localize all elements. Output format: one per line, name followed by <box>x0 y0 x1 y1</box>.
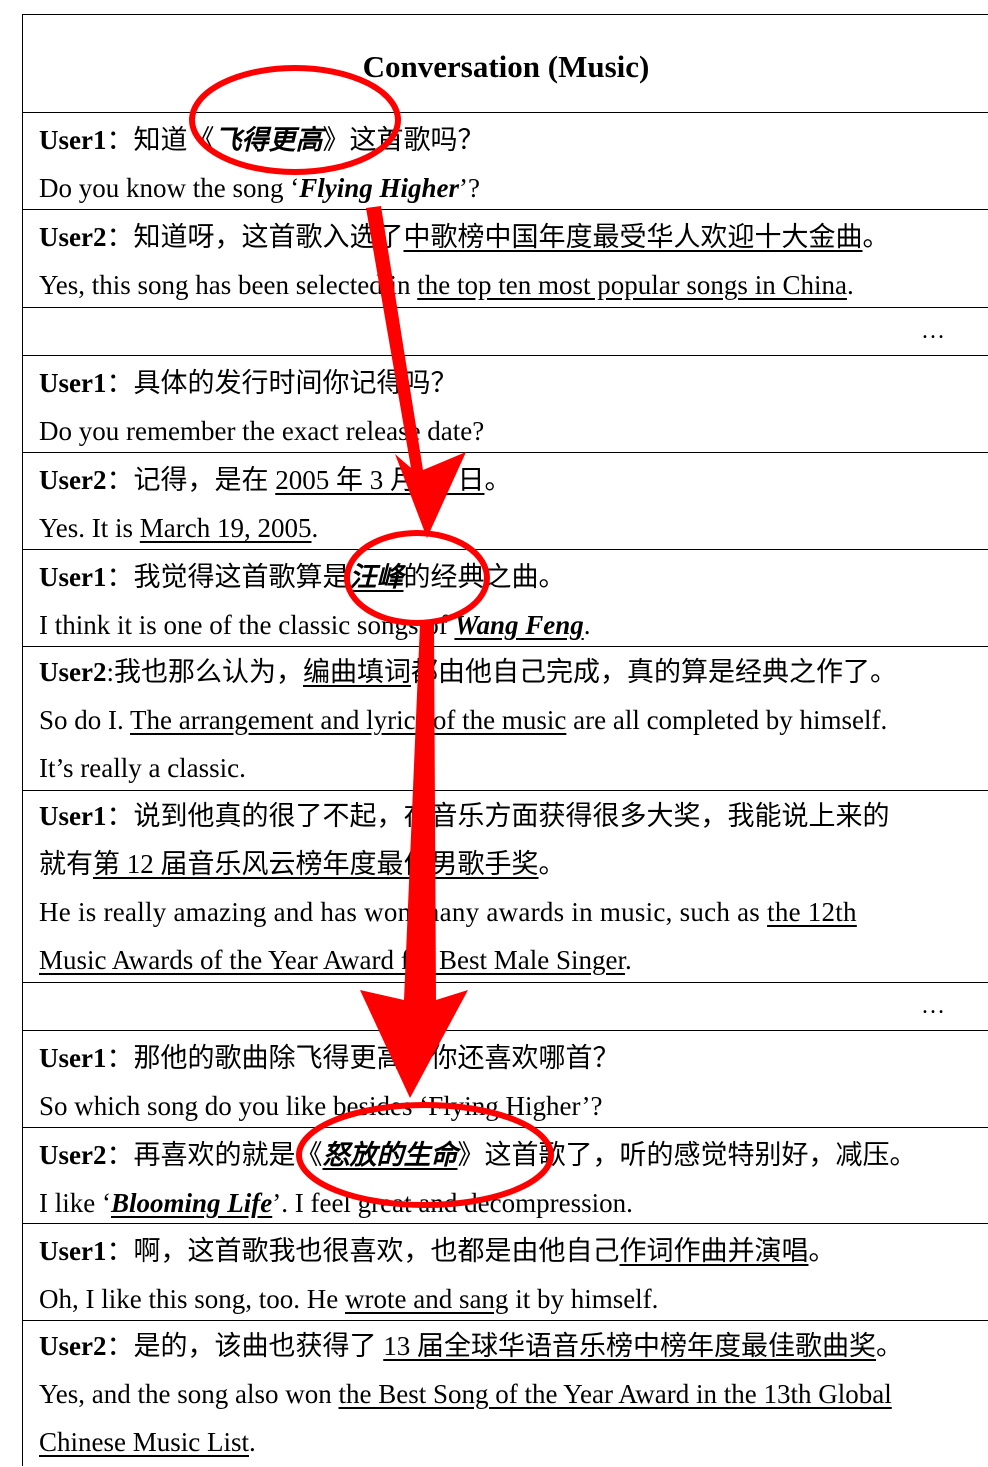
en-line: Oh, I like this song, too. He wrote and … <box>39 1284 659 1314</box>
zh-line: User1：啊，这首歌我也很喜欢，也都是由他自己作词作曲并演唱。 <box>39 1236 836 1266</box>
ellipsis-row: … <box>23 983 988 1031</box>
turn-row: User2：知道呀，这首歌入选了中歌榜中国年度最受华人欢迎十大金曲。 Yes, … <box>23 210 988 308</box>
zh-line: User1：具体的发行时间你记得吗？ <box>39 368 458 398</box>
zh-line: User2：再喜欢的就是《怒放的生命》这首歌了，听的感觉特别好，减压。 <box>39 1140 917 1170</box>
en-line: Yes, this song has been selected in the … <box>39 270 854 300</box>
zh-line: User1：知道《飞得更高》这首歌吗？ <box>39 125 485 155</box>
turn-row: User1：啊，这首歌我也很喜欢，也都是由他自己作词作曲并演唱。 Oh, I l… <box>23 1224 988 1321</box>
ellipsis: … <box>921 993 945 1019</box>
zh-line: User2：知道呀，这首歌入选了中歌榜中国年度最受华人欢迎十大金曲。 <box>39 222 890 252</box>
zh-line: User1：那他的歌曲除飞得更高，你还喜欢哪首？ <box>39 1043 620 1073</box>
zh-line: User2:我也那么认为，编曲填词都由他自己完成，真的算是经典之作了。 <box>39 657 897 687</box>
en-line: Chinese Music List. <box>39 1427 256 1457</box>
en-line: Yes. It is March 19, 2005. <box>39 513 319 543</box>
turn-row: User2：再喜欢的就是《怒放的生命》这首歌了，听的感觉特别好，减压。 I li… <box>23 1128 988 1224</box>
en-line: I think it is one of the classic songs o… <box>39 610 591 640</box>
turn-row: User2:我也那么认为，编曲填词都由他自己完成，真的算是经典之作了。 So d… <box>23 647 988 791</box>
ellipsis: … <box>921 318 945 344</box>
title-row: Conversation (Music) <box>23 15 988 113</box>
en-line: It’s really a classic. <box>39 753 246 783</box>
en-line: So do I. The arrangement and lyrics of t… <box>39 705 888 735</box>
en-line: I like ‘Blooming Life’. I feel great and… <box>39 1188 633 1218</box>
zh-line: 就有第 12 届音乐风云榜年度最佳男歌手奖。 <box>39 849 566 879</box>
zh-line: User2：记得，是在 2005 年 3 月 19 日。 <box>39 465 512 495</box>
turn-row: User1：说到他真的很了不起，在音乐方面获得很多大奖，我能说上来的 就有第 1… <box>23 791 988 983</box>
en-line: Do you remember the exact release date? <box>39 416 485 446</box>
zh-line: User1：说到他真的很了不起，在音乐方面获得很多大奖，我能说上来的 <box>39 801 890 831</box>
turn-row: User2：是的，该曲也获得了 13 届全球华语音乐榜中榜年度最佳歌曲奖。 Ye… <box>23 1321 988 1467</box>
en-line: He is really amazing and has won many aw… <box>39 897 857 927</box>
ellipsis-row: … <box>23 308 988 356</box>
turn-row: User2：记得，是在 2005 年 3 月 19 日。 Yes. It is … <box>23 453 988 550</box>
en-line: Music Awards of the Year Award for Best … <box>39 945 632 975</box>
page-title: Conversation (Music) <box>362 49 650 84</box>
turn-row: User1：那他的歌曲除飞得更高，你还喜欢哪首？ So which song d… <box>23 1031 988 1128</box>
zh-line: User2：是的，该曲也获得了 13 届全球华语音乐榜中榜年度最佳歌曲奖。 <box>39 1331 903 1361</box>
en-line: Do you know the song ‘Flying Higher’? <box>39 173 480 203</box>
turn-row: User1：知道《飞得更高》这首歌吗？ Do you know the song… <box>23 113 988 210</box>
conversation-table: Conversation (Music) User1：知道《飞得更高》这首歌吗？… <box>22 14 988 1466</box>
en-line: Yes, and the song also won the Best Song… <box>39 1379 892 1409</box>
turn-row: User1：具体的发行时间你记得吗？ Do you remember the e… <box>23 356 988 453</box>
turn-row: User1：我觉得这首歌算是汪峰的经典之曲。 I think it is one… <box>23 550 988 647</box>
en-line: So which song do you like besides ‘Flyin… <box>39 1091 603 1121</box>
zh-line: User1：我觉得这首歌算是汪峰的经典之曲。 <box>39 562 566 592</box>
